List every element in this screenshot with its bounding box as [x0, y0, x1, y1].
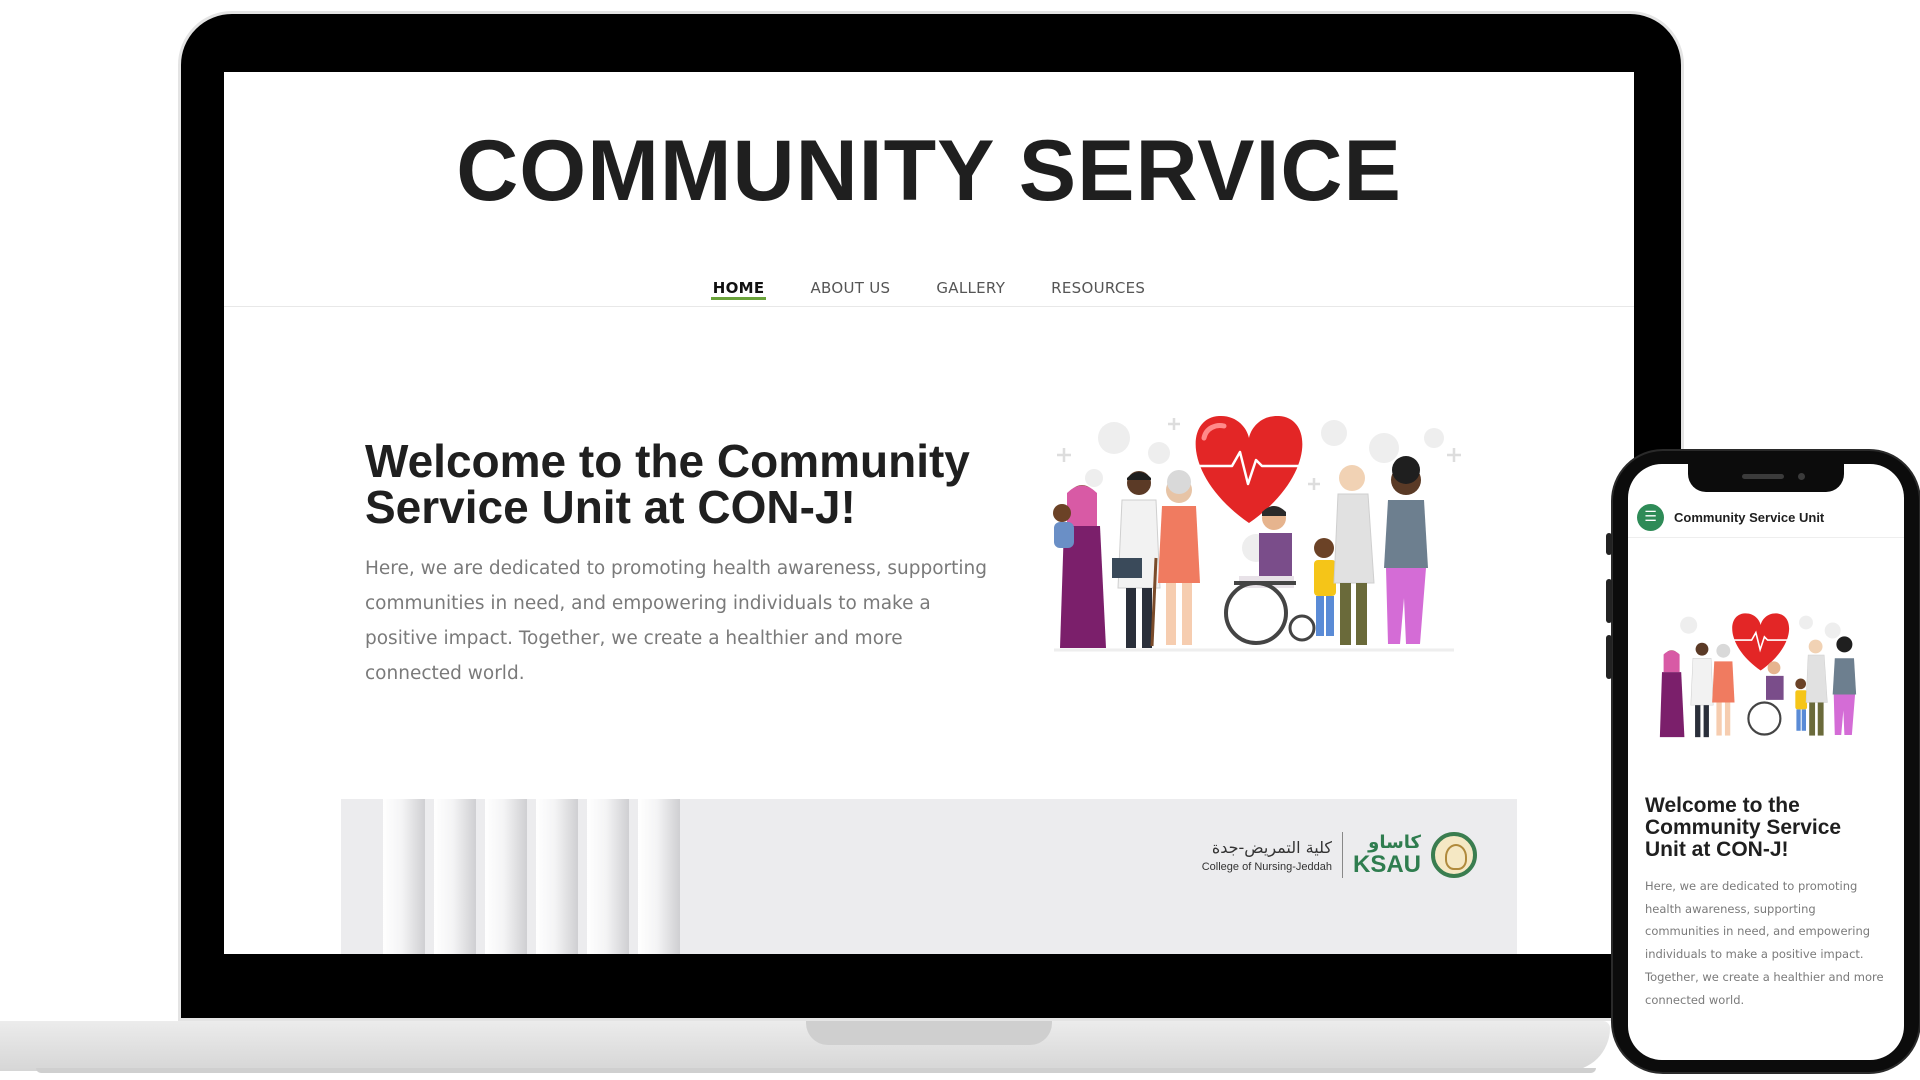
logo-brand: KSAU — [1352, 851, 1421, 878]
phone-header: ☰ Community Service Unit — [1628, 486, 1904, 538]
footer-banner: كلية التمريض-جدة College of Nursing-Jedd… — [341, 799, 1517, 954]
nav-home[interactable]: HOME — [710, 275, 767, 307]
logo-english-text: College of Nursing-Jeddah — [1201, 860, 1332, 873]
laptop-notch — [806, 1021, 1052, 1045]
laptop-base — [0, 1021, 1610, 1071]
college-logo: كلية التمريض-جدة College of Nursing-Jedd… — [1177, 825, 1477, 885]
phone-hero-text: Here, we are dedicated to promoting heal… — [1645, 879, 1884, 1007]
laptop-screen: COMMUNITY SERVICE HOME ABOUT US GALLERY … — [224, 72, 1634, 954]
nav-resources[interactable]: RESOURCES — [1051, 275, 1145, 307]
nav-about-us[interactable]: ABOUT US — [810, 275, 890, 307]
site-title: COMMUNITY SERVICE — [456, 123, 1402, 219]
phone-screen: ☰ Community Service Unit Welcome to the … — [1628, 464, 1904, 1060]
phone-brand[interactable]: Community Service Unit — [1674, 510, 1824, 525]
phone-hero-heading: Welcome to the Community Service Unit at… — [1645, 794, 1842, 861]
community-people-heart-illustration — [1659, 613, 1857, 738]
laptop-base-shadow — [36, 1068, 1596, 1073]
hamburger-menu-icon[interactable]: ☰ — [1637, 504, 1664, 531]
logo-arabic-text: كلية التمريض-جدة — [1211, 837, 1332, 857]
community-people-heart-illustration — [1053, 415, 1461, 652]
logo-divider — [1341, 832, 1343, 878]
nav-gallery[interactable]: GALLERY — [936, 275, 1005, 307]
ksau-seal-icon — [1431, 832, 1477, 878]
phone-frame: ☰ Community Service Unit Welcome to the … — [1606, 449, 1920, 1074]
logo-brand-arabic: كاساو — [1368, 832, 1421, 853]
hero-heading: Welcome to the Community Service Unit at… — [365, 435, 970, 533]
main-nav: HOME ABOUT US GALLERY RESOURCES — [224, 275, 1634, 307]
hero-text: Here, we are dedicated to promoting heal… — [365, 558, 988, 684]
